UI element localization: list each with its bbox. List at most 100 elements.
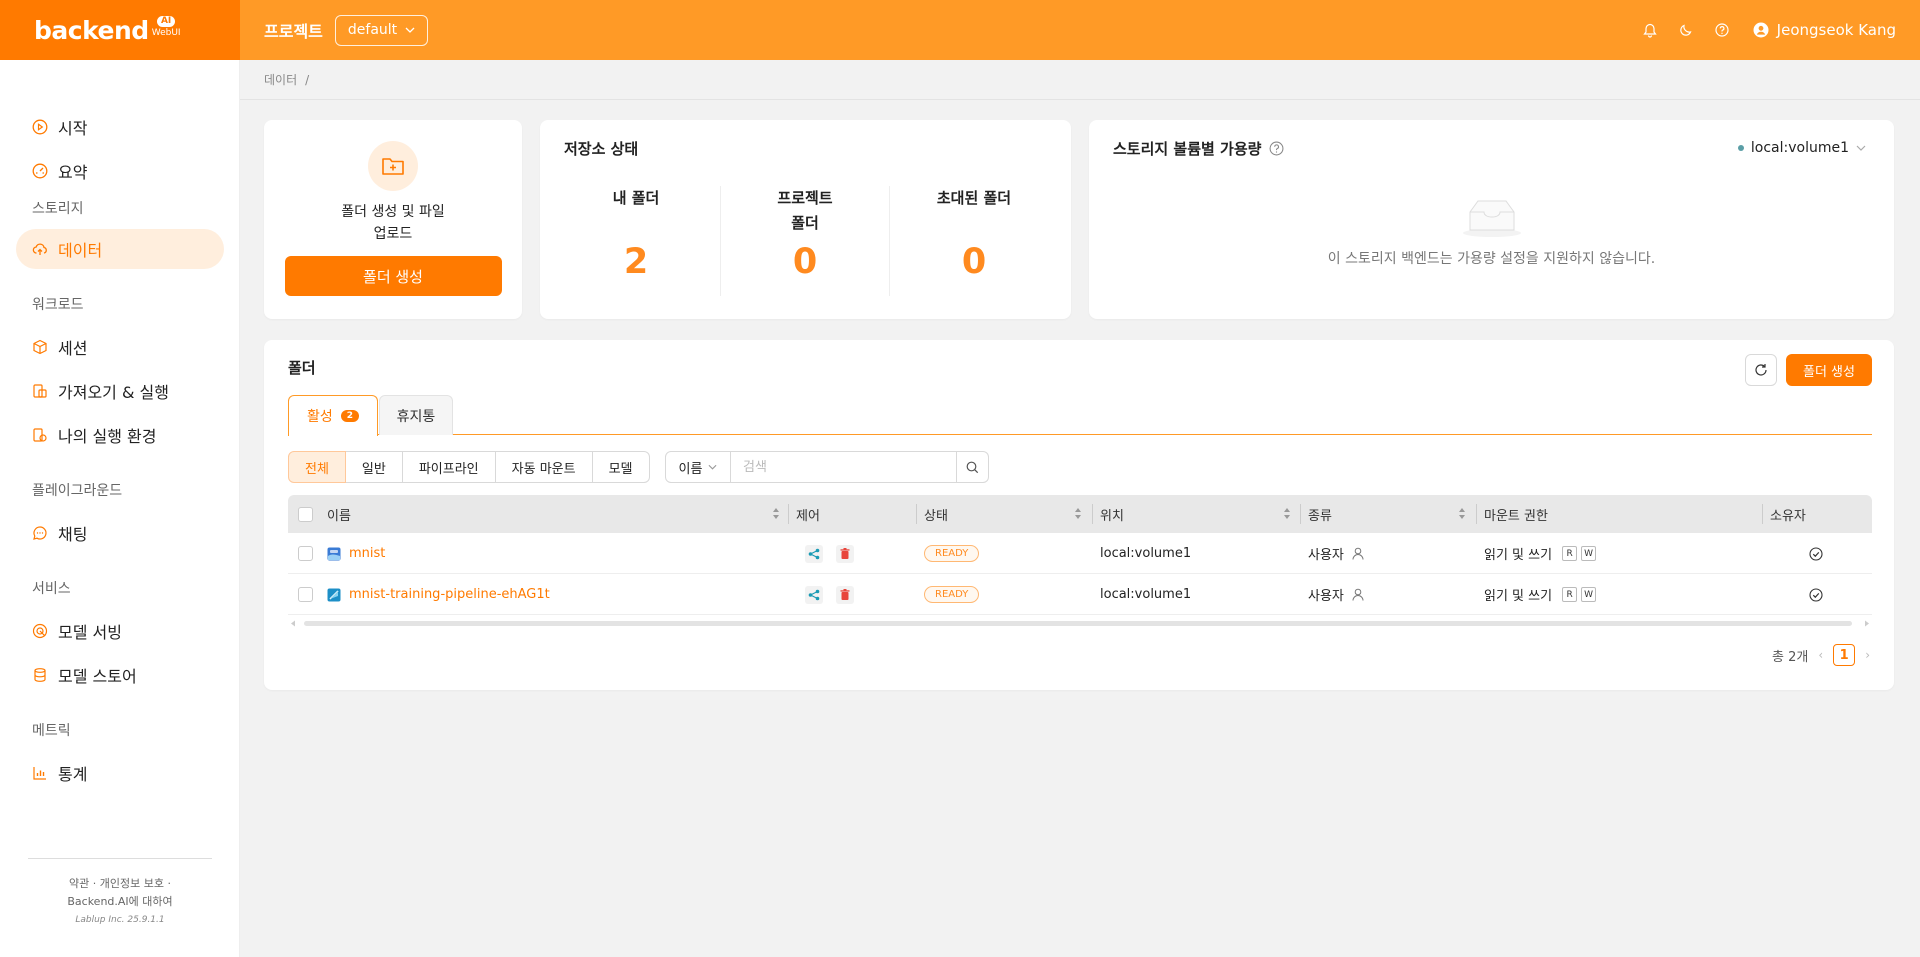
status-cell: READY	[924, 533, 980, 574]
cloud-upload-icon	[32, 241, 48, 257]
folder-image-icon	[327, 547, 341, 560]
footer-links[interactable]: 약관 · 개인정보 보호 ·	[28, 875, 212, 893]
serving-icon	[32, 623, 48, 639]
volume-select[interactable]: local:volume1	[1737, 140, 1866, 156]
logo-ai-badge: AI	[156, 16, 176, 27]
help-icon[interactable]	[1713, 21, 1731, 39]
user-avatar-icon	[1753, 22, 1769, 38]
tab-active[interactable]: 활성 2	[288, 395, 378, 436]
next-page-icon[interactable]: ›	[1865, 648, 1870, 662]
stat-project-folders: 프로젝트 폴더 0	[720, 186, 890, 282]
owner-cell	[1809, 574, 1823, 615]
row-checkbox[interactable]	[298, 574, 313, 615]
sidebar-item-data[interactable]: 데이터	[16, 229, 224, 269]
permission-cell: 읽기 및 쓰기 R W	[1484, 533, 1597, 574]
volume-status-dot	[1737, 145, 1744, 151]
sort-icon[interactable]	[772, 507, 780, 520]
stat-invited-folders: 초대된 폴더 0	[889, 186, 1059, 282]
column-separator	[788, 504, 789, 524]
sort-icon[interactable]	[1283, 507, 1291, 520]
stat-label: 프로젝트 폴더	[777, 189, 833, 232]
folder-name-link[interactable]: mnist-training-pipeline-ehAG1t	[349, 587, 550, 602]
top-bar: 프로젝트 default Jeongseok Kang	[240, 0, 1920, 60]
column-owner: 소유자	[1770, 508, 1806, 524]
user-menu[interactable]: Jeongseok Kang	[1753, 21, 1896, 39]
column-mount-permission: 마운트 권한	[1484, 508, 1548, 524]
chat-icon	[32, 525, 48, 541]
status-cell: READY	[924, 574, 980, 615]
sidebar-item-start[interactable]: 시작	[16, 107, 224, 147]
search-field-value: 이름	[678, 461, 703, 477]
folder-name-link[interactable]: mnist	[349, 546, 385, 561]
sidebar-item-label: 모델 서빙	[58, 623, 122, 642]
search-field-select[interactable]: 이름	[665, 451, 731, 483]
sidebar-item-label: 시작	[58, 119, 88, 138]
table-row: mnist READY local:volume1 사용자 읽기 및 쓰기 R …	[288, 533, 1872, 574]
page-number[interactable]: 1	[1833, 644, 1856, 666]
trash-icon[interactable]	[836, 585, 854, 604]
refresh-button[interactable]	[1745, 354, 1777, 386]
search-button[interactable]	[957, 451, 989, 483]
filter-all[interactable]: 전체	[288, 451, 346, 483]
tab-count-badge: 2	[340, 410, 360, 422]
help-icon[interactable]	[1269, 141, 1284, 156]
sidebar-item-statistics[interactable]: 통계	[16, 753, 224, 793]
filter-general[interactable]: 일반	[345, 451, 403, 483]
sort-icon[interactable]	[1074, 507, 1082, 520]
sidebar-item-model-store[interactable]: 모델 스토어	[16, 655, 224, 695]
footer-copyright: Lablup Inc. 25.9.1.1	[75, 915, 165, 925]
sidebar-item-summary[interactable]: 요약	[16, 151, 224, 191]
tab-trash[interactable]: 휴지통	[379, 395, 453, 435]
bell-icon[interactable]	[1641, 21, 1659, 39]
column-name[interactable]: 이름	[327, 495, 351, 533]
chevron-down-icon	[405, 27, 415, 33]
create-folder-button-secondary[interactable]: 폴더 생성	[1786, 354, 1872, 386]
logo[interactable]: backend AI WebUI	[0, 0, 240, 60]
filter-auto-mount[interactable]: 자동 마운트	[495, 451, 593, 483]
stat-value: 0	[961, 242, 987, 282]
stat-value: 0	[792, 242, 818, 282]
filter-pipeline[interactable]: 파이프라인	[402, 451, 496, 483]
sidebar-item-session[interactable]: 세션	[16, 327, 224, 367]
box-icon	[32, 339, 48, 355]
type-label: 사용자	[1308, 548, 1344, 563]
sidebar-item-import-run[interactable]: 가져오기 & 실행	[16, 371, 224, 411]
folder-add-icon	[368, 141, 418, 191]
create-folder-button[interactable]: 폴더 생성	[284, 256, 502, 296]
perm-read-badge: R	[1562, 587, 1578, 602]
share-icon[interactable]	[805, 544, 823, 563]
search-input[interactable]	[731, 451, 957, 483]
dashboard-icon	[32, 163, 48, 179]
table-header: 이름 제어 상태 위치 종류 마운트 권한 소유자	[288, 495, 1872, 533]
perm-write-badge: W	[1581, 546, 1597, 561]
sort-icon[interactable]	[1458, 507, 1466, 520]
project-select[interactable]: default	[334, 14, 429, 46]
share-icon[interactable]	[805, 585, 823, 604]
trash-icon[interactable]	[836, 544, 854, 563]
type-cell: 사용자	[1308, 533, 1364, 574]
sidebar-item-my-environment[interactable]: 나의 실행 환경	[16, 415, 224, 455]
footer-about[interactable]: Backend.AI에 대하여	[28, 893, 212, 911]
column-type[interactable]: 종류	[1308, 495, 1332, 533]
moon-icon[interactable]	[1677, 21, 1695, 39]
scrollbar-thumb[interactable]	[304, 621, 1852, 626]
horizontal-scrollbar[interactable]	[288, 619, 1872, 627]
section-playground: 플레이그라운드	[32, 483, 123, 499]
sidebar-item-chat[interactable]: 채팅	[16, 513, 224, 553]
column-location[interactable]: 위치	[1100, 495, 1124, 533]
stat-value: 2	[623, 242, 649, 282]
sidebar-item-model-serving[interactable]: 모델 서빙	[16, 611, 224, 651]
select-all-checkbox[interactable]	[298, 495, 313, 533]
logo-sub: WebUI	[151, 28, 181, 38]
filter-model[interactable]: 모델	[592, 451, 650, 483]
breadcrumb-current[interactable]: 데이터	[264, 71, 297, 88]
database-icon	[32, 667, 48, 683]
owner-cell	[1809, 533, 1823, 574]
row-checkbox[interactable]	[298, 533, 313, 574]
import-icon	[32, 383, 48, 399]
column-status[interactable]: 상태	[924, 495, 948, 533]
prev-page-icon[interactable]: ‹	[1818, 648, 1823, 662]
empty-box-icon	[1463, 200, 1521, 237]
scroll-right-icon[interactable]	[1864, 620, 1870, 627]
scroll-left-icon[interactable]	[290, 620, 296, 627]
